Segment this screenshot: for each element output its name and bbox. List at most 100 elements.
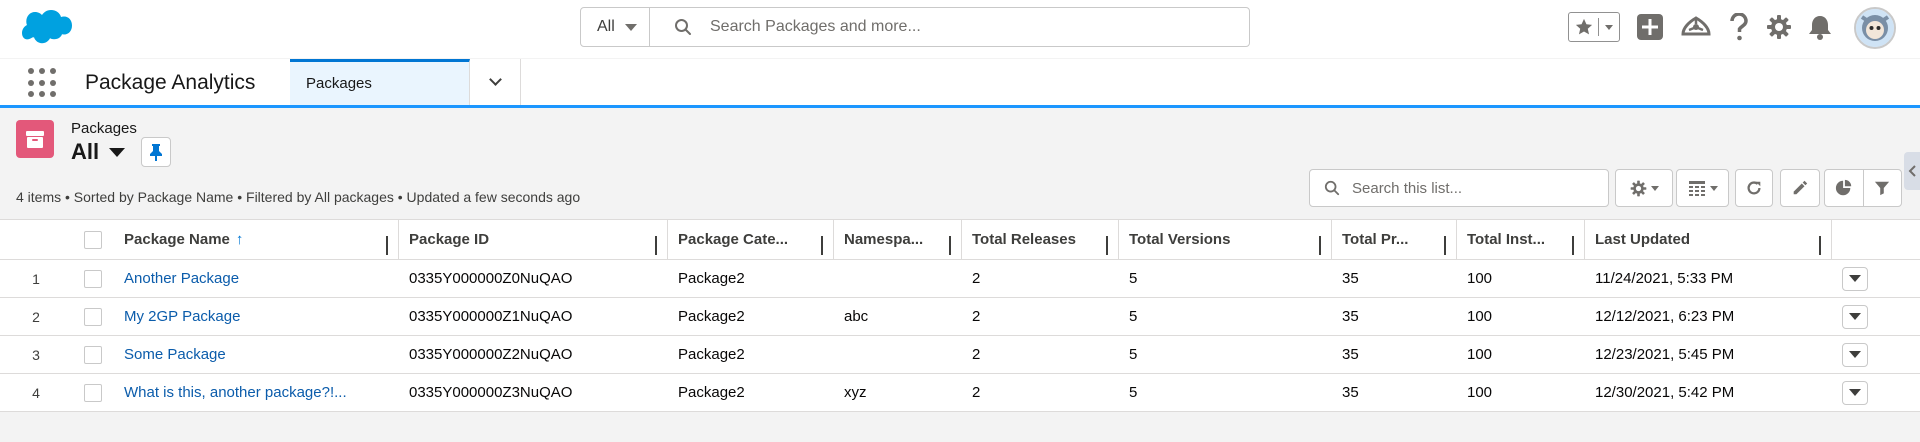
list-view-card: Packages All 4 items • Sorted by Package… — [0, 108, 1920, 442]
column-menu-button[interactable] — [386, 236, 388, 255]
column-header-last-updated[interactable]: Last Updated — [1585, 220, 1832, 259]
column-header-total-inst[interactable]: Total Inst... — [1457, 220, 1585, 259]
last-updated-cell: 12/30/2021, 5:42 PM — [1595, 384, 1735, 401]
row-actions-cell — [1832, 374, 1920, 411]
charts-button[interactable] — [1825, 170, 1863, 206]
column-label: Last Updated — [1595, 231, 1691, 248]
column-menu-button[interactable] — [1444, 236, 1446, 255]
filters-button[interactable] — [1862, 170, 1902, 206]
total-versions-cell: 5 — [1129, 270, 1138, 287]
chevron-down-icon — [489, 73, 502, 86]
favorites-star-button[interactable] — [1569, 18, 1599, 36]
caret-down-icon — [1849, 313, 1861, 320]
column-menu-button[interactable] — [1572, 236, 1574, 255]
table-row: 3 Some Package 0335Y000000Z2NuQAO Packag… — [0, 336, 1920, 374]
row-checkbox[interactable] — [84, 345, 102, 364]
refresh-button[interactable] — [1735, 169, 1773, 207]
namespace-cell: abc — [844, 308, 869, 325]
table-icon — [1688, 181, 1705, 196]
package-category-cell: Package2 — [678, 346, 745, 363]
packages-table: Package Name ↑ Package ID Package Cate..… — [0, 219, 1920, 412]
package-name-link[interactable]: Some Package — [114, 336, 399, 373]
help-button[interactable] — [1727, 10, 1751, 44]
package-name-link[interactable]: What is this, another package?!... — [114, 374, 399, 411]
inline-edit-button[interactable] — [1780, 169, 1820, 207]
column-header-total-releases[interactable]: Total Releases — [962, 220, 1119, 259]
column-menu-button[interactable] — [821, 236, 823, 255]
pin-list-view-button[interactable] — [141, 137, 171, 167]
tab-packages-menu-button[interactable] — [471, 59, 521, 105]
row-action-menu-button[interactable] — [1842, 304, 1868, 329]
column-menu-button[interactable] — [655, 236, 657, 255]
user-avatar[interactable] — [1854, 7, 1896, 49]
column-header-total-pr[interactable]: Total Pr... — [1332, 220, 1457, 259]
namespace-cell — [834, 336, 962, 373]
row-action-menu-button[interactable] — [1842, 380, 1868, 405]
column-header-package-category[interactable]: Package Cate... — [668, 220, 834, 259]
row-number: 4 — [32, 384, 40, 401]
search-scope-label: All — [597, 18, 615, 35]
favorites-button-group — [1568, 12, 1620, 42]
row-actions-header — [1832, 220, 1920, 259]
side-panel-toggle[interactable] — [1904, 152, 1920, 190]
total-releases-cell: 2 — [972, 346, 981, 363]
column-menu-button[interactable] — [949, 236, 951, 255]
column-header-package-name[interactable]: Package Name ↑ — [114, 220, 399, 259]
list-view-controls-button[interactable] — [1615, 169, 1673, 207]
total-inst-cell: 100 — [1467, 384, 1493, 401]
global-actions-button[interactable] — [1636, 10, 1664, 44]
favorites-menu-button[interactable] — [1599, 24, 1619, 30]
row-checkbox[interactable] — [84, 269, 102, 288]
row-select-cell — [72, 336, 114, 373]
package-name-link[interactable]: Another Package — [114, 260, 399, 297]
display-as-button[interactable] — [1676, 169, 1729, 207]
column-menu-button[interactable] — [1106, 236, 1108, 255]
pencil-icon — [1793, 180, 1808, 195]
notifications-button[interactable] — [1806, 10, 1834, 44]
row-checkbox[interactable] — [84, 383, 102, 402]
caret-down-icon — [109, 147, 126, 157]
caret-down-icon — [1849, 389, 1861, 396]
chart-filter-button-group — [1824, 169, 1902, 207]
package-category-cell: Package2 — [678, 308, 745, 325]
gear-icon — [1767, 15, 1791, 39]
package-id-cell: 0335Y000000Z3NuQAO — [409, 384, 573, 401]
list-search — [1309, 169, 1609, 207]
pie-chart-icon — [1835, 179, 1851, 196]
tab-packages[interactable]: Packages — [290, 59, 470, 105]
trailhead-button[interactable] — [1680, 10, 1712, 44]
global-search-input[interactable] — [710, 18, 1230, 36]
search-icon — [1324, 180, 1340, 196]
row-action-menu-button[interactable] — [1842, 342, 1868, 367]
column-header-namespace[interactable]: Namespa... — [834, 220, 962, 259]
column-menu-button[interactable] — [1819, 236, 1821, 255]
astro-avatar-icon — [1856, 9, 1894, 47]
list-view-picker[interactable]: All — [71, 139, 126, 165]
help-icon — [1730, 13, 1748, 41]
column-label: Namespa... — [844, 231, 924, 248]
package-name-link[interactable]: My 2GP Package — [114, 298, 399, 335]
row-action-menu-button[interactable] — [1842, 266, 1868, 291]
app-name: Package Analytics — [85, 71, 256, 94]
list-search-input[interactable] — [1352, 179, 1592, 197]
total-inst-cell: 100 — [1467, 308, 1493, 325]
package-category-cell: Package2 — [678, 384, 745, 401]
sort-ascending-icon: ↑ — [235, 231, 244, 248]
column-header-total-versions[interactable]: Total Versions — [1119, 220, 1332, 259]
total-releases-cell: 2 — [972, 308, 981, 325]
filter-icon — [1875, 181, 1890, 196]
column-header-package-id[interactable]: Package ID — [399, 220, 668, 259]
chevron-down-icon — [1605, 24, 1613, 30]
package-id-cell: 0335Y000000Z0NuQAO — [409, 270, 573, 287]
chevron-down-icon — [1650, 185, 1659, 191]
column-menu-button[interactable] — [1319, 236, 1321, 255]
setup-button[interactable] — [1764, 10, 1794, 44]
search-scope-dropdown[interactable]: All — [581, 8, 650, 46]
total-pr-cell: 35 — [1342, 384, 1359, 401]
package-object-icon — [16, 120, 54, 158]
last-updated-cell: 11/24/2021, 5:33 PM — [1595, 270, 1734, 287]
salesforce-logo[interactable] — [22, 9, 72, 45]
app-launcher-icon[interactable] — [28, 68, 58, 98]
row-checkbox[interactable] — [84, 307, 102, 326]
select-all-checkbox[interactable] — [84, 230, 102, 249]
